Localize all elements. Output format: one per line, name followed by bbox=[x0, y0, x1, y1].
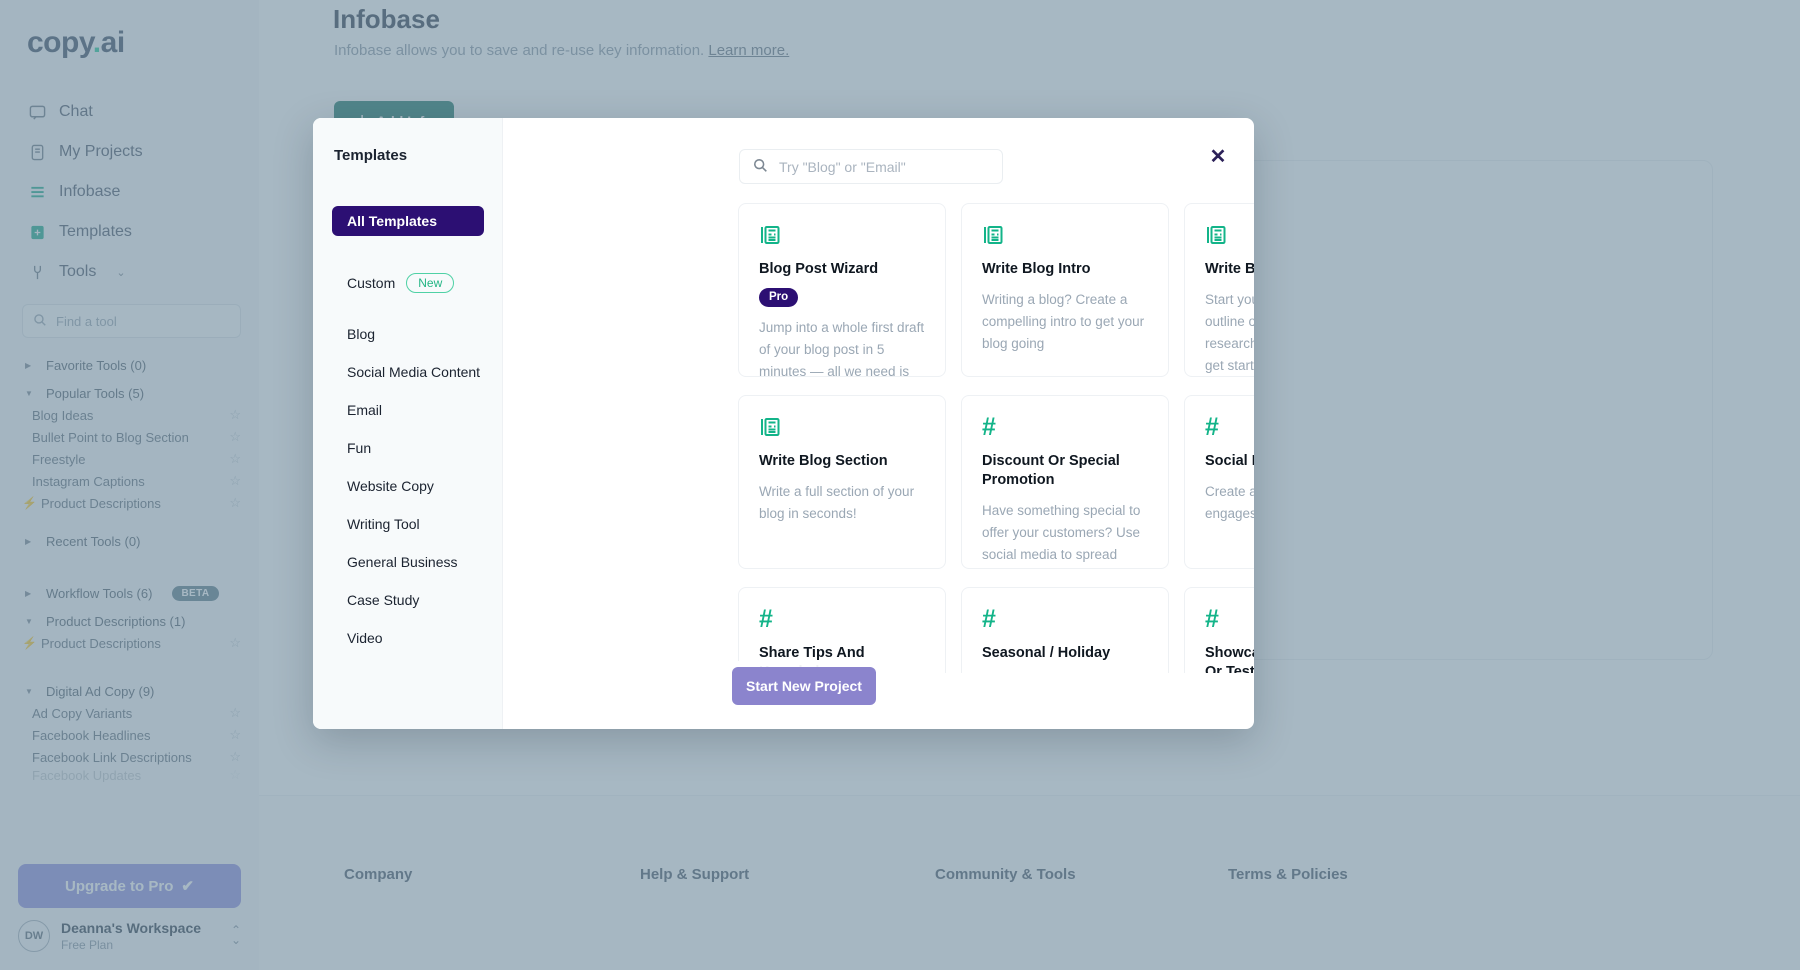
template-card[interactable]: Write Blog Outline Start your blog with … bbox=[1184, 203, 1254, 377]
template-card[interactable]: Write Blog Intro Writing a blog? Create … bbox=[961, 203, 1169, 377]
template-card-desc: Create a short bio that engages your aud… bbox=[1205, 481, 1254, 525]
template-card[interactable]: Write Blog Section Write a full section … bbox=[738, 395, 946, 569]
search-icon bbox=[753, 158, 768, 176]
templates-grid: Blog Post Wizard Pro Jump into a whole f… bbox=[738, 203, 1254, 673]
template-card-title: Write Blog Section bbox=[759, 452, 888, 471]
new-badge: New bbox=[406, 273, 454, 293]
template-card[interactable]: # Seasonal / Holiday bbox=[961, 587, 1169, 673]
modal-body: Try "Blog" or "Email" ✕ Blog Post Wizard… bbox=[503, 118, 1254, 729]
category-blog[interactable]: Blog bbox=[313, 326, 502, 342]
newspaper-icon bbox=[1205, 224, 1254, 246]
template-card[interactable]: # Discount Or Special Promotion Have som… bbox=[961, 395, 1169, 569]
template-card-title: Seasonal / Holiday bbox=[982, 644, 1110, 663]
category-writing-tool[interactable]: Writing Tool bbox=[313, 516, 502, 532]
close-icon[interactable]: ✕ bbox=[1205, 143, 1231, 169]
filter-custom[interactable]: Custom New bbox=[313, 273, 502, 293]
category-email[interactable]: Email bbox=[313, 402, 502, 418]
templates-modal: Templates All Templates Custom New Blog … bbox=[313, 118, 1254, 729]
hash-icon: # bbox=[1205, 416, 1254, 438]
template-card-title: Write Blog Intro bbox=[982, 260, 1090, 279]
template-card-title: Blog Post Wizard bbox=[759, 260, 878, 279]
hash-icon: # bbox=[759, 608, 925, 630]
newspaper-icon bbox=[759, 224, 925, 246]
template-card-desc: Write a full section of your blog in sec… bbox=[759, 481, 925, 525]
templates-grid-scroll[interactable]: Blog Post Wizard Pro Jump into a whole f… bbox=[738, 203, 1254, 673]
template-card-title-row: Blog Post Wizard Pro bbox=[759, 260, 925, 307]
category-website-copy[interactable]: Website Copy bbox=[313, 478, 502, 494]
template-card-title-row: Write Blog Section bbox=[759, 452, 925, 471]
template-card-title: Write Blog Outline bbox=[1205, 260, 1254, 279]
template-card-title-row: Seasonal / Holiday bbox=[982, 644, 1148, 663]
modal-sidebar-title: Templates bbox=[313, 147, 502, 164]
filter-custom-label: Custom bbox=[347, 275, 395, 291]
template-card[interactable]: Blog Post Wizard Pro Jump into a whole f… bbox=[738, 203, 946, 377]
category-general-business[interactable]: General Business bbox=[313, 554, 502, 570]
filter-all-templates[interactable]: All Templates bbox=[332, 206, 484, 236]
template-card-desc: Have something special to offer your cus… bbox=[982, 500, 1148, 569]
template-card-title-row: Showcase A Customer Or Testimonial bbox=[1205, 644, 1254, 673]
category-video[interactable]: Video bbox=[313, 630, 502, 646]
template-search-input[interactable]: Try "Blog" or "Email" bbox=[739, 149, 1003, 184]
newspaper-icon bbox=[982, 224, 1148, 246]
template-search-placeholder: Try "Blog" or "Email" bbox=[779, 159, 906, 175]
hash-icon: # bbox=[1205, 608, 1254, 630]
template-card[interactable]: # Share Tips And Knowledge bbox=[738, 587, 946, 673]
start-new-project-button[interactable]: Start New Project bbox=[732, 667, 876, 705]
template-card-title: Discount Or Special Promotion bbox=[982, 452, 1148, 490]
pro-badge: Pro bbox=[759, 288, 798, 307]
hash-icon: # bbox=[982, 416, 1148, 438]
template-card-title-row: Write Blog Intro bbox=[982, 260, 1148, 279]
template-card-title-row: Write Blog Outline bbox=[1205, 260, 1254, 279]
template-card-desc: Start your blog with an outline of the t… bbox=[1205, 289, 1254, 376]
template-card-title-row: Discount Or Special Promotion bbox=[982, 452, 1148, 490]
category-case-study[interactable]: Case Study bbox=[313, 592, 502, 608]
template-card-title-row: Social Media Bio bbox=[1205, 452, 1254, 471]
template-card-desc: Jump into a whole first draft of your bl… bbox=[759, 317, 925, 377]
category-social-media-content[interactable]: Social Media Content bbox=[313, 364, 502, 380]
newspaper-icon bbox=[759, 416, 925, 438]
category-fun[interactable]: Fun bbox=[313, 440, 502, 456]
template-card[interactable]: # Showcase A Customer Or Testimonial bbox=[1184, 587, 1254, 673]
template-card-desc: Writing a blog? Create a compelling intr… bbox=[982, 289, 1148, 355]
hash-icon: # bbox=[982, 608, 1148, 630]
modal-sidebar: Templates All Templates Custom New Blog … bbox=[313, 118, 503, 729]
template-card-title: Social Media Bio bbox=[1205, 452, 1254, 471]
template-card[interactable]: # Social Media Bio Create a short bio th… bbox=[1184, 395, 1254, 569]
template-card-title: Showcase A Customer Or Testimonial bbox=[1205, 644, 1254, 673]
